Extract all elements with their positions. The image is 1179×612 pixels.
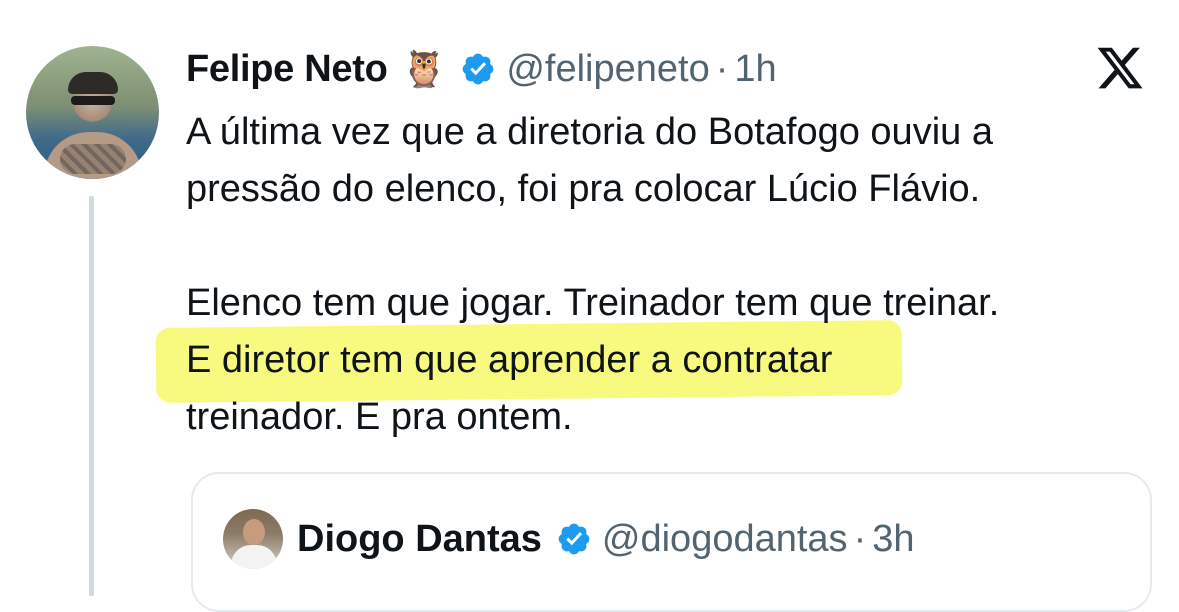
quoted-author-handle[interactable]: @diogodantas bbox=[602, 518, 848, 561]
quoted-author-avatar[interactable] bbox=[223, 509, 283, 569]
separator-dot: · bbox=[715, 47, 729, 90]
separator-dot: · bbox=[853, 517, 867, 560]
tweet-line: pressão do elenco, foi pra colocar Lúcio… bbox=[186, 168, 981, 210]
owl-emoji: 🦉 bbox=[401, 48, 447, 89]
thread-line bbox=[89, 196, 94, 596]
quoted-tweet-header: Diogo Dantas @diogodantas · 3h bbox=[297, 514, 915, 564]
x-logo-icon bbox=[1097, 47, 1143, 89]
tweet-timestamp[interactable]: 1h bbox=[734, 48, 776, 91]
highlighted-text: E diretor tem que aprender a contratar bbox=[186, 339, 833, 381]
quoted-tweet-timestamp[interactable]: 3h bbox=[872, 518, 914, 561]
author-name[interactable]: Felipe Neto bbox=[186, 48, 388, 91]
verified-badge-icon bbox=[462, 53, 494, 85]
tweet-line: treinador. E pra ontem. bbox=[186, 396, 573, 438]
highlighted-line: E diretor tem que aprender a contratar bbox=[186, 332, 1166, 389]
author-avatar[interactable] bbox=[26, 46, 159, 179]
tweet-line: Elenco tem que jogar. Treinador tem que … bbox=[186, 282, 1000, 324]
author-handle[interactable]: @felipeneto bbox=[506, 48, 709, 91]
quoted-author-name[interactable]: Diogo Dantas bbox=[297, 518, 542, 561]
tweet-header: Felipe Neto 🦉 @felipeneto · 1h bbox=[186, 44, 777, 94]
tweet-body: A última vez que a diretoria do Botafogo… bbox=[186, 104, 1166, 446]
verified-badge-icon bbox=[558, 523, 590, 555]
tweet-line: A última vez que a diretoria do Botafogo… bbox=[186, 111, 993, 153]
